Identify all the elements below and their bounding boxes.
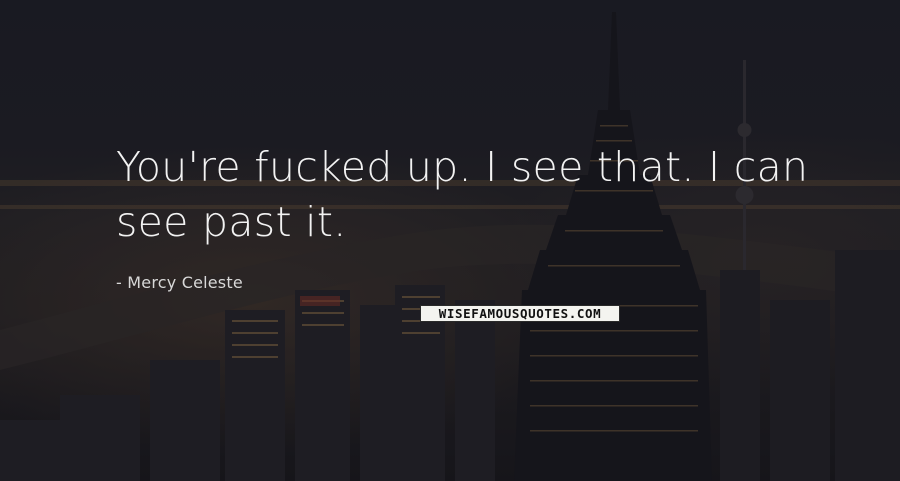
- quote-card: You're fucked up. I see that. I can see …: [0, 0, 900, 481]
- quote-author: - Mercy Celeste: [116, 273, 243, 292]
- author-dash: -: [116, 273, 122, 292]
- site-watermark: WISEFAMOUSQUOTES.COM: [420, 305, 620, 322]
- author-name: Mercy Celeste: [127, 273, 243, 292]
- quote-text: You're fucked up. I see that. I can see …: [116, 143, 809, 246]
